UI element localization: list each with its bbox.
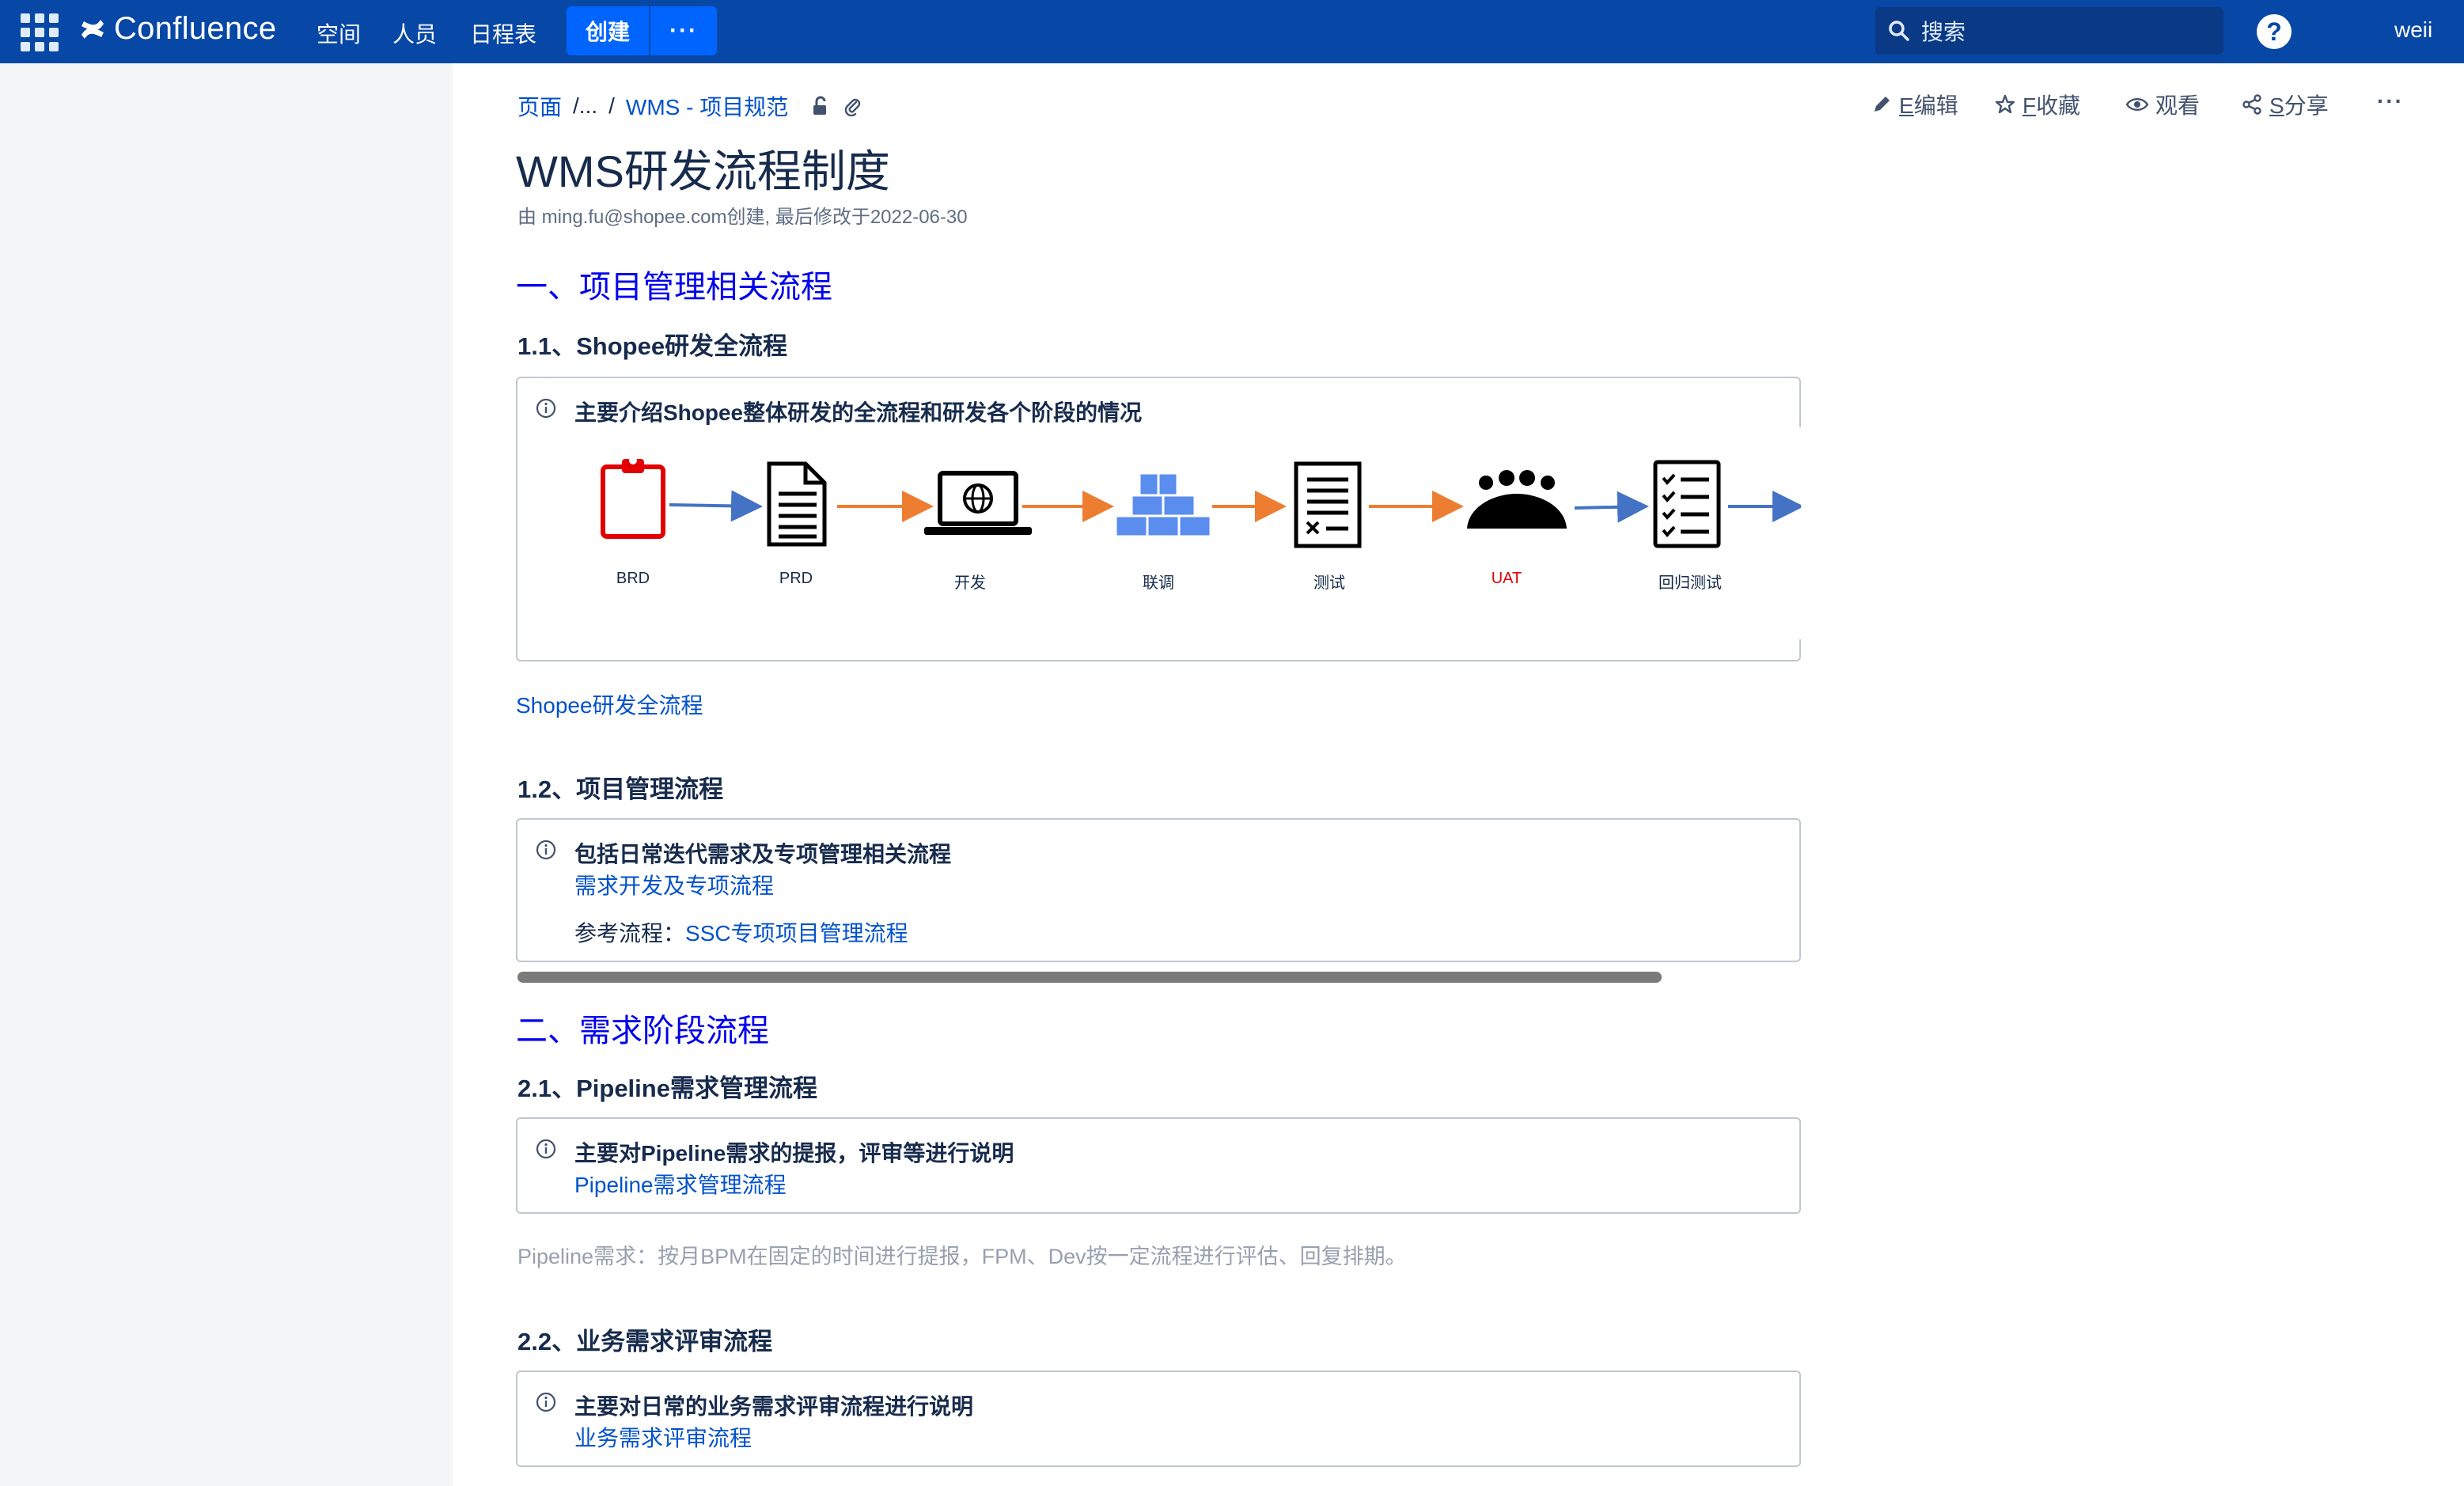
step-label-uat: UAT xyxy=(1491,570,1522,587)
confluence-logo[interactable]: Confluence xyxy=(79,11,276,47)
create-button[interactable]: 创建 xyxy=(567,15,649,47)
create-button-group: 创建 ··· xyxy=(567,6,717,55)
info-panel-2-2: 主要对日常的业务需求评审流程进行说明 业务需求评审流程 xyxy=(516,1370,1801,1467)
sidebar xyxy=(0,63,453,1486)
user-menu[interactable]: weii xyxy=(2394,17,2432,43)
fav-shortcut: F xyxy=(2022,93,2037,118)
share-button[interactable]: S分享 xyxy=(2241,89,2329,120)
reference-flow-row: 参考流程：SSC专项项目管理流程 xyxy=(574,916,908,948)
edit-shortcut: E xyxy=(1899,93,1914,118)
nav-calendar[interactable]: 日程表 xyxy=(470,17,536,49)
heading-1-2: 1.2、项目管理流程 xyxy=(517,775,724,803)
panel-title: 主要介绍Shopee整体研发的全流程和研发各个阶段的情况 xyxy=(574,400,1143,425)
breadcrumb-ellipsis[interactable]: /... xyxy=(573,93,597,119)
step-label-dev: 开发 xyxy=(954,574,986,592)
breadcrumb: 页面 /... / WMS - 项目规范 xyxy=(517,90,862,122)
panel-title: 主要对Pipeline需求的提报，评审等进行说明 xyxy=(574,1141,1014,1166)
checklist-icon xyxy=(1653,460,1721,548)
blocks-icon xyxy=(1114,472,1212,538)
flow-diagram-svg xyxy=(601,457,1804,548)
eye-icon xyxy=(2125,98,2149,111)
breadcrumb-separator: / xyxy=(608,93,615,118)
heading-section-2: 二、需求阶段流程 xyxy=(516,1014,769,1048)
help-icon[interactable]: ? xyxy=(2257,14,2292,49)
step-label-brd: BRD xyxy=(616,570,650,587)
app-name: Confluence xyxy=(114,11,277,46)
heading-2-2: 2.2、业务需求评审流程 xyxy=(517,1328,773,1355)
nav-people[interactable]: 人员 xyxy=(392,17,437,49)
attachment-icon[interactable] xyxy=(842,96,862,116)
link-ssc-project-flow[interactable]: SSC专项项目管理流程 xyxy=(685,921,908,946)
info-panel-2-1: 主要对Pipeline需求的提报，评审等进行说明 Pipeline需求管理流程 xyxy=(516,1117,1801,1214)
watch-label: 观看 xyxy=(2155,93,2201,118)
info-icon xyxy=(536,840,556,860)
nav-spaces[interactable]: 空间 xyxy=(317,17,361,49)
brd-clipboard-icon xyxy=(601,457,665,539)
edit-label: 编辑 xyxy=(1913,93,1958,118)
share-shortcut: S xyxy=(2269,93,2284,118)
info-icon xyxy=(536,1139,556,1159)
watch-button[interactable]: 观看 xyxy=(2125,89,2200,120)
link-business-review-flow[interactable]: 业务需求评审流程 xyxy=(574,1421,752,1453)
confluence-logo-icon xyxy=(82,19,104,39)
step-label-integration: 联调 xyxy=(1143,574,1174,592)
pencil-icon xyxy=(1875,97,1890,112)
unlock-icon[interactable] xyxy=(810,96,831,116)
favourite-button[interactable]: F收藏 xyxy=(1994,89,2080,120)
team-icon xyxy=(1467,470,1567,529)
info-icon xyxy=(536,398,556,419)
create-more-button[interactable]: ··· xyxy=(650,17,717,44)
breadcrumb-pages[interactable]: 页面 xyxy=(517,90,562,122)
heading-1-1: 1.1、Shopee研发全流程 xyxy=(517,332,788,360)
arrow-brd-prd xyxy=(669,490,763,522)
page-byline: 由 ming.fu@shopee.com创建, 最后修改于2022-06-30 xyxy=(517,207,968,228)
link-pipeline-flow[interactable]: Pipeline需求管理流程 xyxy=(574,1168,787,1200)
share-icon xyxy=(2242,94,2261,115)
pipeline-note: Pipeline需求：按月BPM在固定的时间进行提报，FPM、Dev按一定流程进… xyxy=(517,1245,1407,1268)
page-title: WMS研发流程制度 xyxy=(516,146,890,196)
prd-document-icon xyxy=(767,461,827,547)
step-label-prd: PRD xyxy=(779,570,813,587)
search-icon xyxy=(1889,21,1909,41)
fav-label: 收藏 xyxy=(2036,93,2081,118)
heading-2-1: 2.1、Pipeline需求管理流程 xyxy=(517,1075,817,1102)
share-label: 分享 xyxy=(2284,93,2329,118)
info-panel-1-2: 包括日常迭代需求及专项管理相关流程 需求开发及专项流程 参考流程：SSC专项项目… xyxy=(516,818,1801,962)
info-icon xyxy=(536,1392,556,1412)
reference-label: 参考流程： xyxy=(574,921,686,946)
laptop-icon xyxy=(924,471,1032,535)
link-shopee-rd-flow[interactable]: Shopee研发全流程 xyxy=(516,688,703,720)
star-icon xyxy=(1995,94,2015,114)
search-input[interactable]: 搜索 xyxy=(1875,7,2223,55)
heading-section-1: 一、项目管理相关流程 xyxy=(516,270,832,305)
breadcrumb-parent[interactable]: WMS - 项目规范 xyxy=(626,90,788,122)
link-dev-and-special-flow[interactable]: 需求开发及专项流程 xyxy=(574,869,774,900)
app-switcher-icon[interactable] xyxy=(21,13,59,51)
panel-title: 包括日常迭代需求及专项管理相关流程 xyxy=(574,842,952,866)
test-report-icon xyxy=(1294,461,1362,548)
step-label-test: 测试 xyxy=(1314,574,1345,592)
flow-diagram: BRD PRD 开发 联调 测试 UAT 回归测试 xyxy=(576,427,1804,639)
panel-title: 主要对日常的业务需求评审流程进行说明 xyxy=(574,1394,974,1419)
search-placeholder: 搜索 xyxy=(1921,20,1966,44)
arrow-uat-regression xyxy=(1574,491,1649,523)
top-navigation: Confluence 空间 人员 日程表 创建 ··· 搜索 ? weii xyxy=(0,0,2464,63)
more-actions-button[interactable]: ··· xyxy=(2377,89,2404,114)
step-label-regression: 回归测试 xyxy=(1658,574,1722,592)
edit-button[interactable]: E编辑 xyxy=(1871,89,1958,120)
horizontal-scrollbar[interactable] xyxy=(517,972,1662,983)
